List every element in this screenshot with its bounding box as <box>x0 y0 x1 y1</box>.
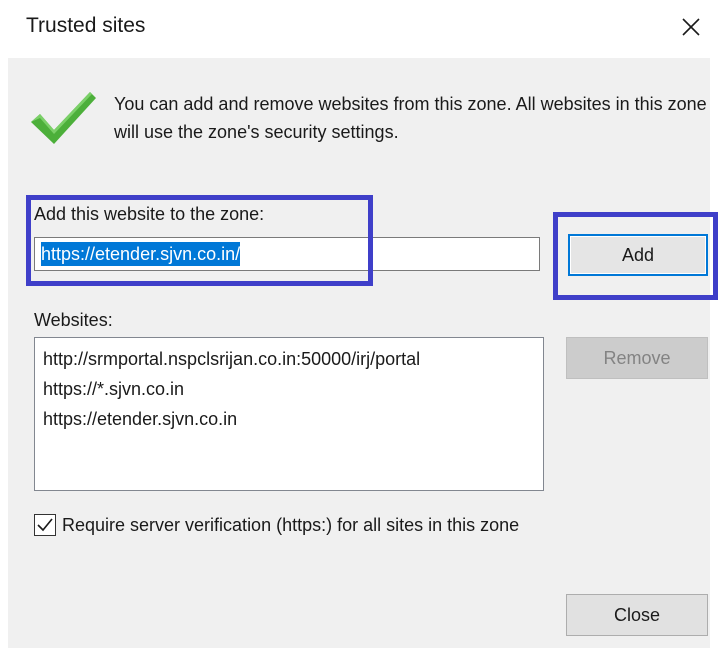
title-bar: Trusted sites <box>0 0 718 58</box>
server-verification-option[interactable]: Require server verification (https:) for… <box>34 512 519 538</box>
list-item[interactable]: http://srmportal.nspclsrijan.co.in:50000… <box>43 344 543 374</box>
websites-list[interactable]: http://srmportal.nspclsrijan.co.in:50000… <box>34 337 544 491</box>
highlight-box-input <box>26 195 373 286</box>
close-button[interactable]: Close <box>566 594 708 636</box>
list-item[interactable]: https://*.sjvn.co.in <box>43 374 543 404</box>
websites-label: Websites: <box>34 310 113 330</box>
list-item[interactable]: https://etender.sjvn.co.in <box>43 404 543 434</box>
dialog-title: Trusted sites <box>26 14 146 37</box>
checkmark-icon <box>28 86 98 148</box>
highlight-box-add-button <box>553 212 718 300</box>
checkmark-small-icon <box>37 518 53 532</box>
server-verification-checkbox[interactable] <box>34 514 56 536</box>
remove-button[interactable]: Remove <box>566 337 708 379</box>
server-verification-label: Require server verification (https:) for… <box>62 514 520 535</box>
info-text: You can add and remove websites from thi… <box>114 94 707 142</box>
close-icon[interactable] <box>674 10 708 44</box>
